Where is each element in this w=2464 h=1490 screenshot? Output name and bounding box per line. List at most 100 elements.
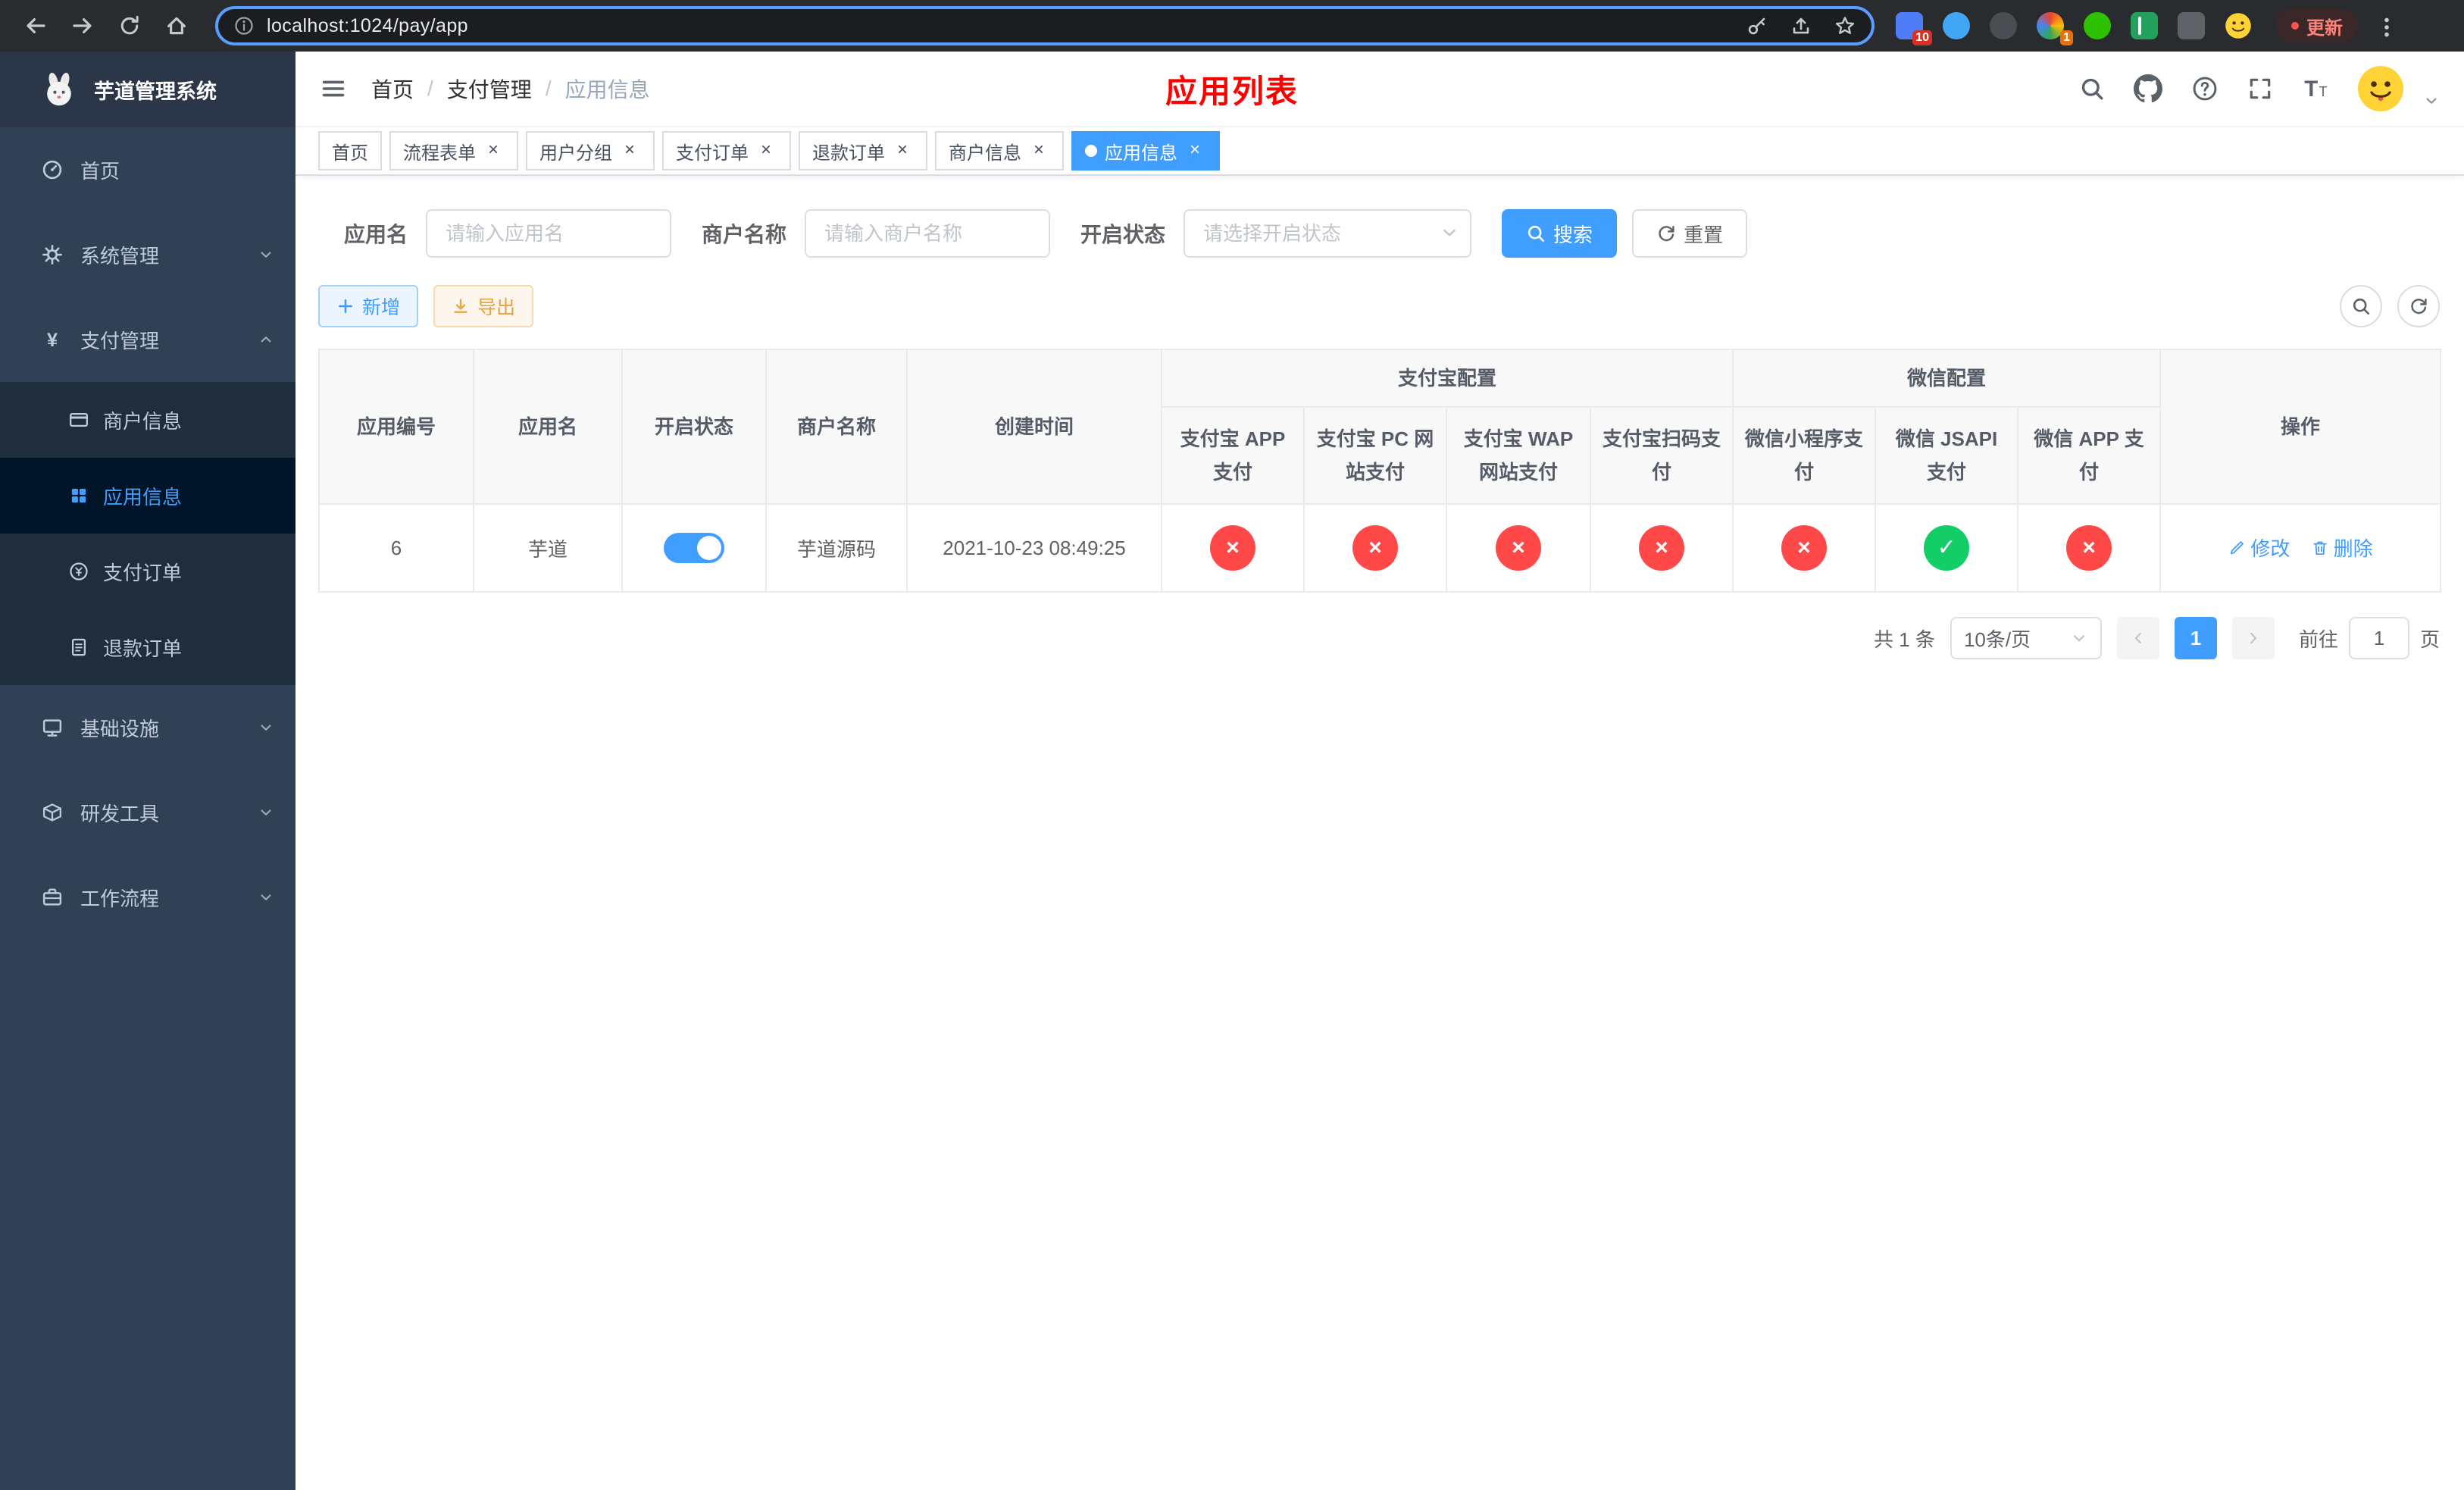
export-button[interactable]: 导出: [433, 285, 534, 327]
share-icon[interactable]: [1790, 14, 1812, 37]
close-icon[interactable]: ×: [482, 139, 505, 162]
sidebar-item-system[interactable]: 系统管理: [0, 212, 295, 297]
browser-reload-button[interactable]: [109, 5, 150, 46]
col-header-wechat-app: 微信 APP 支付: [2017, 406, 2162, 505]
chevron-down-icon: [258, 246, 274, 263]
app-name-input[interactable]: [426, 209, 672, 258]
extension-icon-2[interactable]: [1943, 12, 1970, 39]
update-dot: [2291, 22, 2299, 30]
sidebar-menu: 首页 系统管理 支付管理 商户信息 应用信息 支付订单 退款订单 基础设施 研发…: [0, 127, 295, 940]
sidebar-item-refund-orders[interactable]: 退款订单: [0, 609, 295, 685]
user-dropdown-caret-icon[interactable]: [2423, 92, 2440, 109]
delete-link[interactable]: 删除: [2311, 534, 2373, 562]
extension-icon-6[interactable]: [2131, 12, 2158, 39]
user-avatar[interactable]: [2358, 66, 2403, 111]
extension-puzzle-icon[interactable]: [2178, 12, 2205, 39]
toggle-search-button[interactable]: [2340, 285, 2382, 327]
address-bar[interactable]: localhost:1024/pay/app: [215, 6, 1875, 45]
chevron-down-icon: [2070, 629, 2088, 647]
tab-app-info[interactable]: 应用信息 ×: [1071, 131, 1220, 171]
page-number-1[interactable]: 1: [2174, 617, 2217, 659]
refresh-table-button[interactable]: [2397, 285, 2440, 327]
github-icon[interactable]: [2134, 74, 2162, 103]
status-wechat-jsapi-icon: ✓: [1924, 525, 1970, 571]
close-icon[interactable]: ×: [755, 139, 777, 162]
col-header-alipay-pc: 支付宝 PC 网站支付: [1303, 406, 1447, 505]
close-icon[interactable]: ×: [618, 139, 641, 162]
password-key-icon[interactable]: [1746, 14, 1768, 37]
next-page-button[interactable]: [2231, 617, 2275, 659]
extension-icon-5[interactable]: [2084, 12, 2111, 39]
refresh-icon: [1656, 224, 1676, 243]
site-info-icon[interactable]: [233, 15, 255, 36]
sidebar-item-infrastructure[interactable]: 基础设施: [0, 685, 295, 770]
col-header-create-time: 创建时间: [906, 349, 1162, 505]
breadcrumb-home[interactable]: 首页: [371, 74, 414, 104]
tab-refund-orders[interactable]: 退款订单 ×: [799, 131, 927, 171]
search-button[interactable]: 搜索: [1502, 209, 1618, 258]
chevron-down-icon: [258, 889, 274, 906]
search-icon: [2351, 296, 2371, 316]
briefcase-icon: [41, 886, 64, 909]
tab-home[interactable]: 首页: [318, 131, 382, 171]
sidebar-item-app-info[interactable]: 应用信息: [0, 458, 295, 534]
page-size-select[interactable]: 10条/页: [1950, 617, 2102, 659]
merchant-name-input[interactable]: [805, 209, 1051, 258]
app-title: 芋道管理系统: [94, 80, 217, 103]
sidebar-item-home[interactable]: 首页: [0, 127, 295, 212]
search-icon[interactable]: [2079, 76, 2105, 102]
total-count: 共 1 条: [1874, 628, 1935, 651]
goto-label: 前往: [2298, 628, 2338, 651]
extension-icon-3[interactable]: [1990, 12, 2017, 39]
active-dot: [1085, 145, 1097, 157]
sidebar-item-workflow[interactable]: 工作流程: [0, 855, 295, 940]
add-button[interactable]: 新增: [318, 285, 419, 327]
browser-menu-icon[interactable]: [2370, 12, 2403, 40]
status-select[interactable]: [1184, 209, 1472, 258]
goto-page-input[interactable]: [2348, 617, 2409, 659]
font-size-icon[interactable]: [2302, 75, 2329, 102]
row-status-toggle[interactable]: [664, 533, 724, 563]
breadcrumb-payment[interactable]: 支付管理: [447, 74, 532, 104]
cell-app-id: 6: [318, 503, 474, 593]
dashboard-icon: [41, 158, 64, 181]
tab-payment-orders[interactable]: 支付订单 ×: [662, 131, 791, 171]
sidebar-item-merchant-info[interactable]: 商户信息: [0, 382, 295, 458]
close-icon[interactable]: ×: [1027, 139, 1050, 162]
chevron-left-icon: [2129, 629, 2147, 647]
browser-forward-button[interactable]: [62, 5, 103, 46]
table-row: 6 芋道 芋道源码 2021-10-23 08:49:25 × × × × × …: [318, 503, 2442, 593]
col-header-alipay-wap: 支付宝 WAP 网站支付: [1446, 406, 1591, 505]
close-icon[interactable]: ×: [891, 139, 914, 162]
col-header-wechat-jsapi: 微信 JSAPI 支付: [1875, 406, 2019, 505]
browser-update-button[interactable]: 更新: [2276, 9, 2358, 42]
browser-back-button[interactable]: [15, 5, 56, 46]
close-icon[interactable]: ×: [1184, 139, 1206, 162]
bookmark-star-icon[interactable]: [1834, 14, 1856, 37]
tab-user-group[interactable]: 用户分组 ×: [526, 131, 655, 171]
url-text[interactable]: localhost:1024/pay/app: [267, 15, 1746, 37]
sidebar-item-payment[interactable]: 支付管理: [0, 297, 295, 382]
search-icon: [1526, 224, 1546, 243]
sidebar-collapse-icon[interactable]: [320, 75, 347, 102]
edit-link[interactable]: 修改: [2228, 534, 2290, 562]
prev-page-button[interactable]: [2116, 617, 2159, 659]
apps-table: 应用编号 应用名 开启状态 商户名称 创建时间 支付宝配置 微信配置 操作 支付…: [318, 349, 2442, 593]
reset-button[interactable]: 重置: [1632, 209, 1748, 258]
tab-merchant-info[interactable]: 商户信息 ×: [935, 131, 1064, 171]
browser-profile-avatar[interactable]: [2225, 12, 2252, 39]
extension-icon-4[interactable]: 1: [2037, 12, 2073, 45]
pagination: 共 1 条 10条/页 1 前往 页: [318, 617, 2440, 659]
sidebar-item-payment-orders[interactable]: 支付订单: [0, 534, 295, 609]
browser-home-button[interactable]: [156, 5, 197, 46]
col-group-alipay: 支付宝配置: [1160, 349, 1734, 408]
fullscreen-icon[interactable]: [2247, 76, 2273, 102]
tab-process-form[interactable]: 流程表单 ×: [389, 131, 518, 171]
col-header-alipay-qr: 支付宝扫码支付: [1589, 406, 1734, 505]
extension-icon-1[interactable]: 10: [1896, 12, 1932, 45]
help-icon[interactable]: [2191, 75, 2219, 102]
yen-icon: [41, 328, 64, 351]
sidebar-item-dev-tools[interactable]: 研发工具: [0, 770, 295, 855]
page-title: 应用列表: [1165, 73, 1299, 109]
page-content: 应用名 商户名称 开启状态: [295, 176, 2464, 1490]
